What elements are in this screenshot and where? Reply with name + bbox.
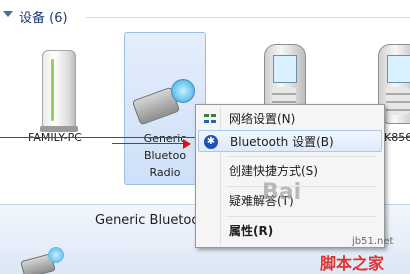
annotation-arrow-head (183, 139, 191, 149)
annotation-arrow (112, 143, 186, 144)
bluetooth-light-icon (171, 79, 195, 103)
device-bluetooth-radio[interactable]: Generic Bluetoo Radio (124, 32, 206, 185)
device-family-pc[interactable]: FAMILY-PC (16, 30, 94, 180)
menu-separator (226, 156, 376, 157)
baidu-watermark: Bai (262, 180, 302, 205)
menu-item-label: 创建快捷方式(S) (229, 164, 318, 178)
site-watermark: jb51.net (352, 236, 394, 247)
menu-item-label: Bluetooth 设置(B) (230, 135, 334, 149)
devices-group-header[interactable]: 设备 (6) (0, 4, 410, 28)
device-label-line2: Bluetoo (143, 149, 187, 162)
bluetooth-icon: ✱ (204, 135, 218, 149)
context-menu: 网络设置(N) ✱ Bluetooth 设置(B) 创建快捷方式(S) 疑难解答… (195, 104, 385, 248)
details-title: Generic Bluetoot (95, 213, 205, 228)
computer-tower-icon (42, 50, 76, 130)
usb-bluetooth-icon (20, 245, 64, 274)
menu-item-create-shortcut[interactable]: 创建快捷方式(S) (198, 160, 382, 182)
collapse-arrow-icon[interactable] (3, 11, 13, 17)
menu-separator (226, 216, 376, 217)
devices-window: 设备 (6) FAMILY-PC Generic Bluetoo Radio K… (0, 0, 410, 274)
menu-item-bluetooth-settings[interactable]: ✱ Bluetooth 设置(B) (198, 130, 382, 152)
network-icon (203, 112, 217, 126)
brand-watermark: 脚本之家 (320, 254, 385, 273)
device-label-line3: Radio (149, 166, 181, 179)
menu-item-label: 网络设置(N) (229, 112, 296, 126)
group-divider (86, 17, 410, 18)
menu-item-label: 属性(R) (229, 224, 274, 238)
group-title: 设备 (6) (19, 11, 68, 26)
menu-item-network-settings[interactable]: 网络设置(N) (198, 108, 382, 130)
